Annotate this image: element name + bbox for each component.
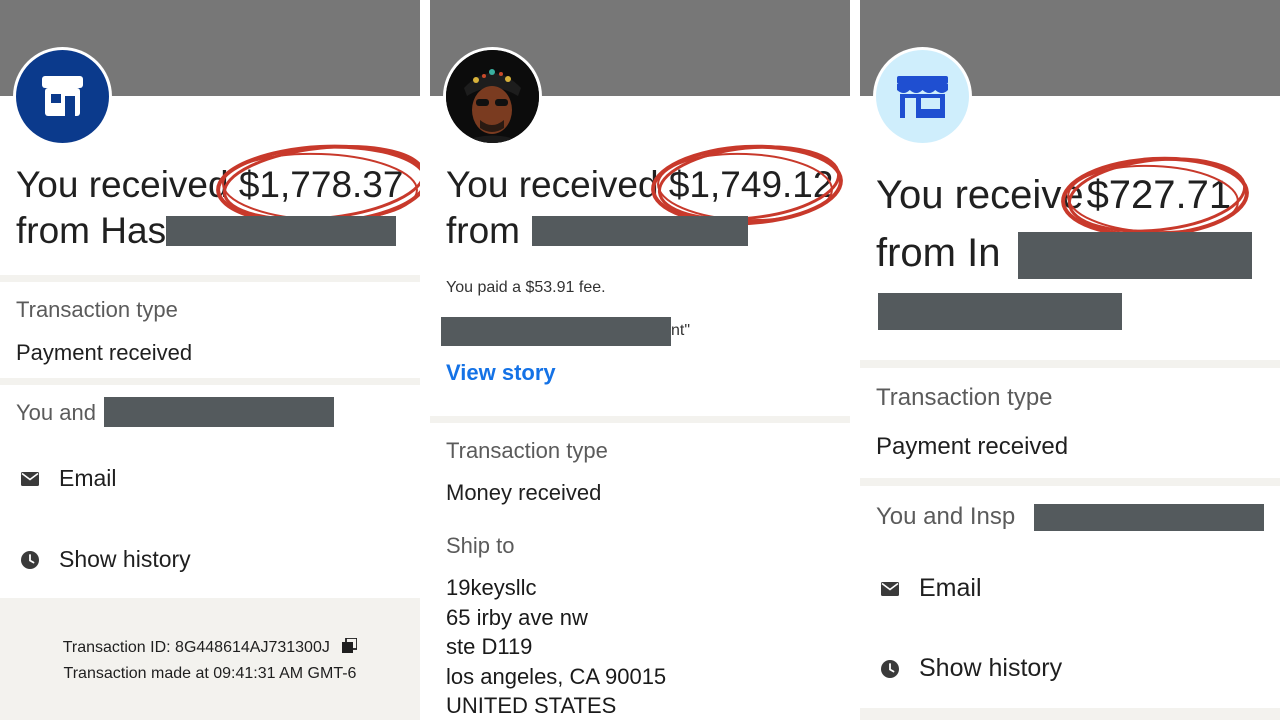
clock-icon	[880, 659, 900, 679]
email-row[interactable]: Email	[20, 465, 117, 492]
transaction-type-label: Transaction type	[876, 384, 1053, 411]
clock-icon	[20, 550, 40, 570]
you-and-label: You and Insp	[876, 503, 1016, 530]
section-divider	[0, 378, 420, 385]
address-line: los angeles, CA 90015	[446, 663, 667, 689]
transaction-type-value: Money received	[446, 480, 602, 505]
user-avatar	[446, 50, 539, 143]
received-headline: You received $1,749.12	[446, 144, 843, 226]
panel-gutter	[420, 0, 430, 720]
headline-text: You receive	[876, 173, 1084, 217]
sender-line: from	[446, 210, 520, 251]
shipping-address: 19keysllc 65 irby ave nw ste D119 los an…	[446, 573, 666, 720]
redacted-block	[532, 216, 748, 246]
email-label: Email	[59, 465, 117, 491]
transaction-type-value: Payment received	[876, 433, 1069, 460]
transaction-id: Transaction ID: 8G448614AJ731300J	[62, 639, 330, 657]
address-line: UNITED STATES	[446, 693, 617, 718]
merchant-avatar	[876, 50, 969, 143]
fee-text: You paid a $53.91 fee.	[446, 279, 606, 296]
redacted-block	[1018, 232, 1252, 279]
redacted-block	[104, 397, 334, 427]
profile-photo	[446, 50, 539, 143]
headline-text: You received	[446, 164, 669, 205]
transaction-time: Transaction made at 09:41:31 AM GMT-6	[63, 665, 357, 682]
received-amount: $1,749.12	[668, 164, 834, 205]
email-label: Email	[919, 574, 982, 602]
transaction-id-line: Transaction ID: 8G448614AJ731300J	[0, 637, 420, 658]
redacted-block	[1034, 504, 1264, 531]
redacted-block	[441, 317, 671, 346]
transaction-type-label: Transaction type	[16, 297, 178, 322]
show-history-label: Show history	[919, 654, 1063, 682]
transaction-footer: Transaction ID: 8G448614AJ731300J Transa…	[0, 598, 420, 720]
section-divider	[0, 275, 420, 282]
received-headline: You received $1,778.37	[16, 144, 420, 226]
ship-to-label: Ship to	[446, 533, 515, 558]
you-and-label: You and	[16, 400, 96, 425]
received-amount: $1,778.37	[238, 164, 404, 205]
transaction-type-label: Transaction type	[446, 438, 608, 463]
merchant-avatar	[16, 50, 109, 143]
store-icon	[897, 76, 948, 118]
show-history-label: Show history	[59, 546, 191, 572]
section-divider	[860, 478, 1280, 486]
show-history-row[interactable]: Show history	[880, 654, 1062, 683]
transaction-panel-3: You receive$727.71 from In Transaction t…	[860, 0, 1280, 720]
address-line: ste D119	[446, 634, 533, 659]
note-text: nt"	[671, 322, 691, 339]
section-divider	[860, 360, 1280, 368]
sender-line: from Has	[16, 210, 167, 251]
mail-icon	[20, 469, 40, 489]
transaction-panel-2: You received $1,749.12 from You paid a $…	[430, 0, 850, 720]
received-headline: You receive$727.71	[876, 156, 1249, 238]
address-line: 19keysllc	[446, 575, 537, 600]
panel-gutter	[850, 0, 860, 720]
store-icon	[42, 76, 83, 116]
transaction-panel-1: You received $1,778.37 from Has Transact…	[0, 0, 420, 720]
headline-text: You received	[16, 164, 239, 205]
section-divider	[430, 416, 850, 423]
received-amount: $727.71	[1086, 173, 1232, 217]
section-divider	[860, 708, 1280, 720]
view-story-link[interactable]: View story	[446, 360, 556, 386]
address-line: 65 irby ave nw	[446, 604, 588, 630]
email-row[interactable]: Email	[880, 574, 982, 603]
sender-line: from In	[876, 231, 1001, 275]
copy-icon[interactable]	[342, 637, 359, 658]
transaction-type-value: Payment received	[16, 340, 193, 365]
mail-icon	[880, 579, 900, 599]
show-history-row[interactable]: Show history	[20, 546, 191, 573]
redacted-block	[166, 216, 396, 246]
redacted-block	[878, 293, 1122, 330]
